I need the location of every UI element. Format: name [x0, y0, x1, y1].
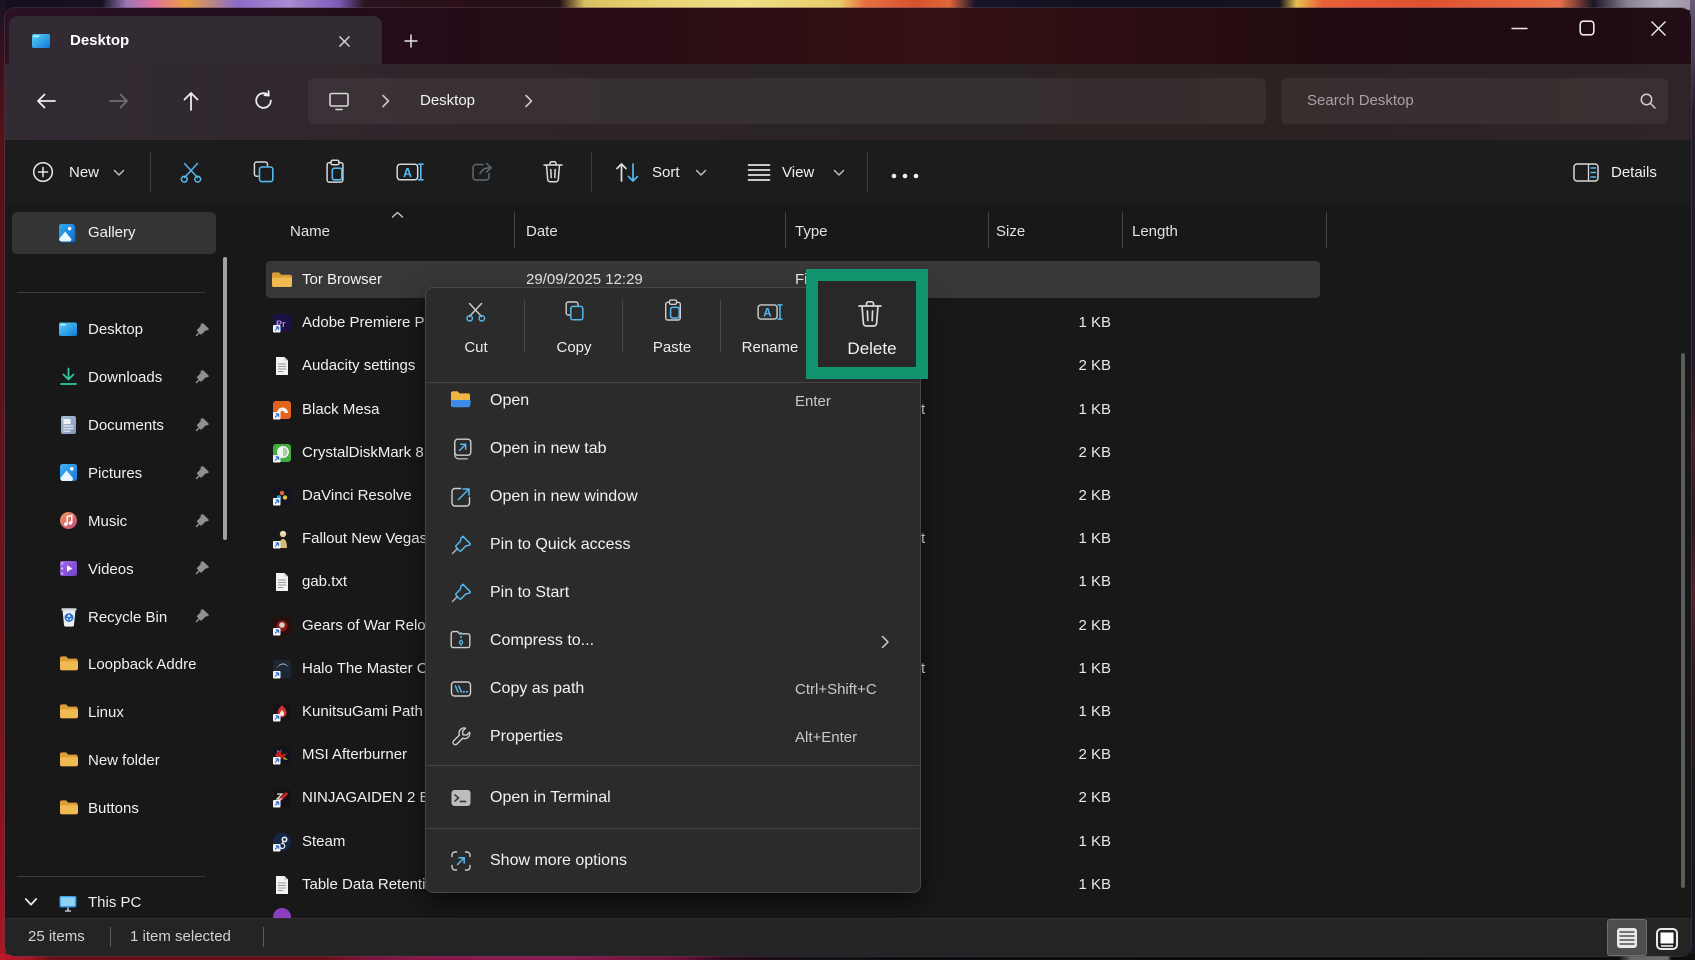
svg-text:A: A: [763, 307, 771, 319]
svg-text:A: A: [403, 166, 412, 180]
